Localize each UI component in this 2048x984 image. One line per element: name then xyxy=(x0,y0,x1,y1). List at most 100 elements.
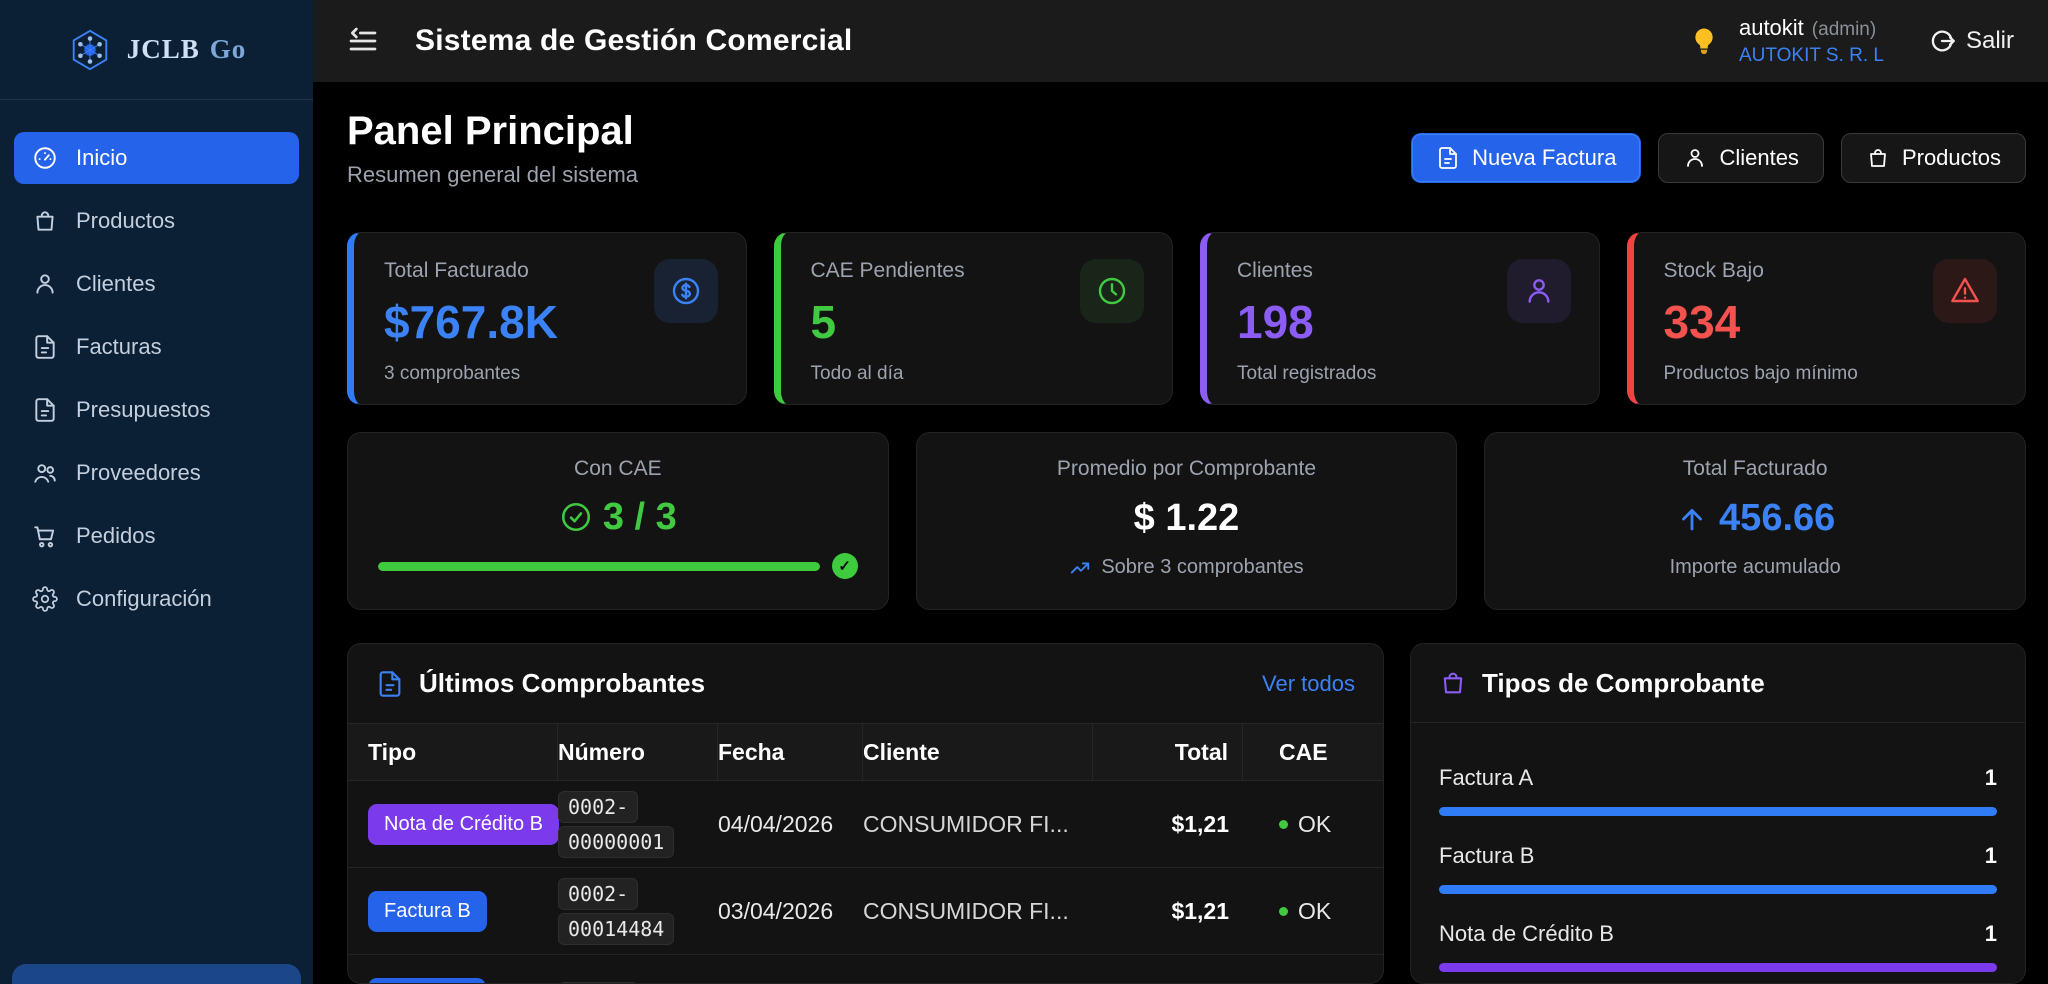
file-text-icon xyxy=(32,334,58,360)
bottom-panels: Últimos Comprobantes Ver todos Tipo Núme… xyxy=(347,643,2026,984)
page-head-text: Panel Principal Resumen general del sist… xyxy=(347,108,638,188)
stat-value: $767.8K xyxy=(384,295,558,349)
user-name: autokit xyxy=(1739,15,1804,40)
sidebar-item-label: Productos xyxy=(76,208,175,234)
invoice-type-badge: Nota de Crédito B xyxy=(368,804,559,845)
trending-up-icon xyxy=(1069,557,1091,579)
check-circle-icon xyxy=(559,500,593,534)
user-icon xyxy=(32,271,58,297)
user-info[interactable]: autokit(admin) AUTOKIT S. R. L xyxy=(1739,15,1884,68)
voucher-type-bar xyxy=(1439,885,1997,894)
voucher-type-count: 1 xyxy=(1985,765,1997,791)
sidebar-item-inicio[interactable]: Inicio xyxy=(14,132,299,184)
invoice-total: $1,21 xyxy=(1093,811,1243,838)
status-dot xyxy=(1279,820,1288,829)
stat-card-stock-bajo: Stock Bajo 334 Productos bajo mínimo xyxy=(1627,232,2027,405)
user-icon xyxy=(1683,146,1707,170)
brand-name: JCLBGo xyxy=(127,34,247,65)
status-dot xyxy=(1279,907,1288,916)
page-title: Panel Principal xyxy=(347,108,638,154)
gear-icon xyxy=(32,586,58,612)
stat-sub: Todo al día xyxy=(811,363,965,385)
voucher-type-item: Factura B 1 xyxy=(1439,843,1997,894)
voucher-type-item: Nota de Crédito B 1 xyxy=(1439,921,1997,972)
view-all-link[interactable]: Ver todos xyxy=(1262,671,1355,697)
invoice-number: 0002- 00000001 xyxy=(558,791,718,858)
invoice-number-suffix: 00014484 xyxy=(558,913,674,945)
lightbulb-icon[interactable] xyxy=(1689,26,1719,56)
column-header-cliente: Cliente xyxy=(863,724,1093,780)
stat-label: Total Facturado xyxy=(384,259,558,283)
sidebar: JCLBGo Inicio Productos Clientes xyxy=(0,0,313,984)
sidebar-item-clientes[interactable]: Clientes xyxy=(14,258,299,310)
stat-sub: Productos bajo mínimo xyxy=(1664,363,1858,385)
sidebar-item-configuracion[interactable]: Configuración xyxy=(14,573,299,625)
stat-text: CAE Pendientes 5 Todo al día xyxy=(811,259,965,380)
voucher-type-bar xyxy=(1439,963,1997,972)
sidebar-item-label: Clientes xyxy=(76,271,155,297)
sidebar-item-productos[interactable]: Productos xyxy=(14,195,299,247)
voucher-types-title: Tipos de Comprobante xyxy=(1439,668,1765,699)
clients-button[interactable]: Clientes xyxy=(1658,133,1823,183)
sidebar-item-presupuestos[interactable]: Presupuestos xyxy=(14,384,299,436)
bag-icon xyxy=(1866,146,1890,170)
column-header-cae: CAE xyxy=(1243,724,1363,780)
topbar: Sistema de Gestión Comercial autokit(adm… xyxy=(313,0,2048,82)
invoice-type-badge: Factura A xyxy=(368,978,486,984)
file-text-icon xyxy=(32,397,58,423)
invoice-number-suffix: 00000001 xyxy=(558,826,674,858)
products-label: Productos xyxy=(1902,145,2001,171)
brand-name-suffix: Go xyxy=(210,34,247,64)
metric-value: 3 / 3 xyxy=(559,496,677,539)
brand-logo[interactable]: JCLBGo xyxy=(0,0,313,100)
metric-cards: Con CAE 3 / 3 ✓ Promedio por Comprobante xyxy=(347,432,2026,610)
column-header-fecha: Fecha xyxy=(718,724,863,780)
logout-button[interactable]: Salir xyxy=(1928,27,2014,55)
users-icon xyxy=(32,460,58,486)
sidebar-item-pedidos[interactable]: Pedidos xyxy=(14,510,299,562)
logout-label: Salir xyxy=(1966,27,2014,55)
sidebar-item-proveedores[interactable]: Proveedores xyxy=(14,447,299,499)
stat-value: 334 xyxy=(1664,295,1858,349)
content-area: Sistema de Gestión Comercial autokit(adm… xyxy=(313,0,2048,984)
metric-sub-text: Sobre 3 comprobantes xyxy=(1101,556,1303,579)
stat-value: 198 xyxy=(1237,295,1376,349)
stat-card-cae-pendientes: CAE Pendientes 5 Todo al día xyxy=(774,232,1174,405)
cae-status-text: OK xyxy=(1298,811,1331,838)
check-badge-icon: ✓ xyxy=(832,553,858,579)
file-text-icon xyxy=(376,670,404,698)
table-row[interactable]: Factura A 0002- xyxy=(348,955,1383,984)
voucher-type-count: 1 xyxy=(1985,843,1997,869)
products-button[interactable]: Productos xyxy=(1841,133,2026,183)
progress-fill xyxy=(378,562,820,571)
stat-label: Clientes xyxy=(1237,259,1376,283)
metric-sub-text: Importe acumulado xyxy=(1670,556,1841,579)
sidebar-bottom-card[interactable] xyxy=(12,964,301,984)
invoice-client: CONSUMIDOR FI... xyxy=(863,811,1093,838)
sidebar-item-label: Inicio xyxy=(76,145,127,171)
invoice-total: $1,21 xyxy=(1093,898,1243,925)
sidebar-item-facturas[interactable]: Facturas xyxy=(14,321,299,373)
sidebar-item-label: Proveedores xyxy=(76,460,201,486)
table-row[interactable]: Factura B 0002- 00014484 03/04/2026 CONS… xyxy=(348,868,1383,955)
metric-card-con-cae: Con CAE 3 / 3 ✓ xyxy=(347,432,889,610)
voucher-types-head: Tipos de Comprobante xyxy=(1411,644,2025,723)
invoice-number-prefix: 0002- xyxy=(558,878,638,910)
quick-actions: Nueva Factura Clientes Productos xyxy=(1411,133,2026,183)
table-row[interactable]: Nota de Crédito B 0002- 00000001 04/04/2… xyxy=(348,781,1383,868)
clients-label: Clientes xyxy=(1719,145,1798,171)
collapse-menu-icon[interactable] xyxy=(347,25,379,57)
invoices-panel-title: Últimos Comprobantes xyxy=(376,668,705,699)
clock-icon xyxy=(1080,259,1144,323)
metric-title: Promedio por Comprobante xyxy=(1057,457,1316,481)
logout-icon xyxy=(1928,27,1956,55)
voucher-type-count: 1 xyxy=(1985,921,1997,947)
metric-value-text: 3 / 3 xyxy=(603,496,677,539)
voucher-types-title-text: Tipos de Comprobante xyxy=(1482,668,1765,699)
metric-value-text: 456.66 xyxy=(1719,497,1835,540)
new-invoice-button[interactable]: Nueva Factura xyxy=(1411,133,1641,183)
bag-icon xyxy=(32,208,58,234)
invoice-date: 04/04/2026 xyxy=(718,811,863,838)
hexagon-logo-icon xyxy=(67,27,113,73)
dollar-circle-icon xyxy=(654,259,718,323)
